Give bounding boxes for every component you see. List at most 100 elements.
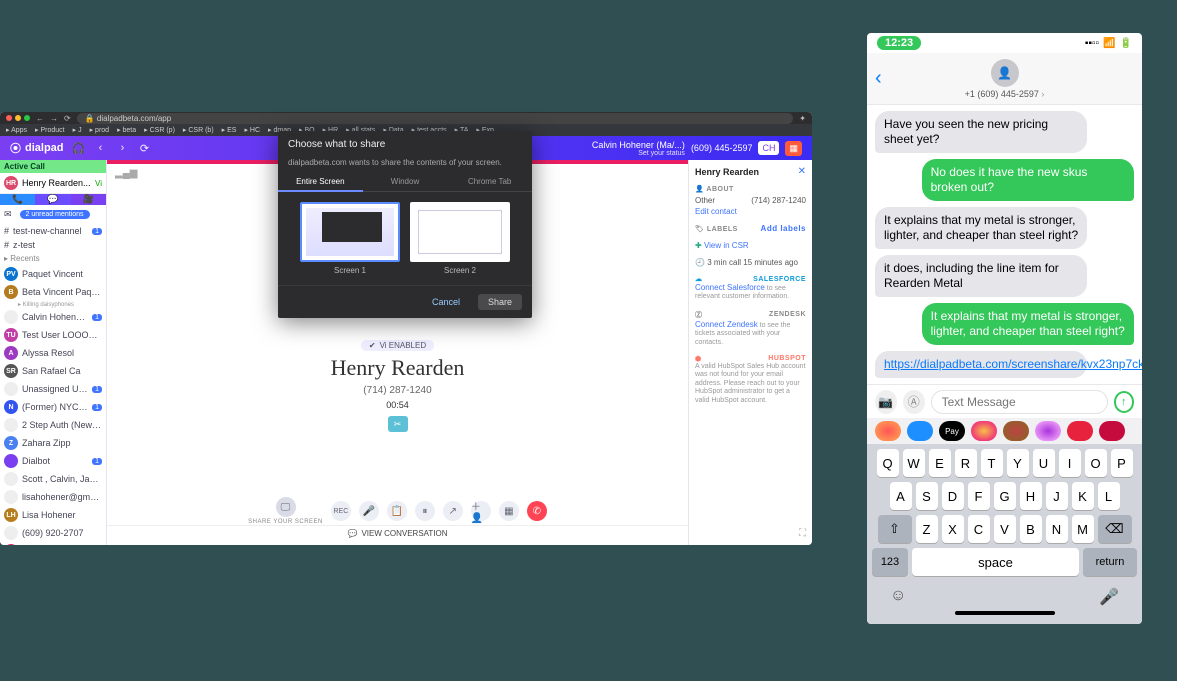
recent-item[interactable]: 2 Step Auth (New CC)	[0, 416, 106, 434]
user-avatar[interactable]: CH	[758, 141, 779, 155]
emoji-key[interactable]: ☺	[890, 587, 906, 607]
key-o[interactable]: O	[1085, 449, 1107, 477]
share-button[interactable]: Share	[478, 294, 522, 310]
shift-key[interactable]: ⇧	[878, 515, 912, 543]
key-v[interactable]: V	[994, 515, 1016, 543]
bookmark-item[interactable]: ▸ CSR (b)	[183, 126, 214, 134]
win-max-dot[interactable]	[24, 115, 30, 121]
key-n[interactable]: N	[1046, 515, 1068, 543]
nav-back-icon[interactable]: ←	[36, 114, 44, 123]
share-screen-button[interactable]: 🖵	[276, 497, 296, 517]
message-bubble[interactable]: it does, including the line item for Rea…	[875, 255, 1087, 297]
recent-item[interactable]: SRSan Rafael Ca	[0, 362, 106, 380]
key-i[interactable]: I	[1059, 449, 1081, 477]
recent-item[interactable]: TUTest User LOOOOOOOO...	[0, 326, 106, 344]
home-indicator[interactable]	[955, 611, 1055, 615]
sidebar-channel[interactable]: #test-new-channel1	[0, 224, 106, 238]
close-icon[interactable]: ✕	[798, 166, 806, 177]
bookmark-item[interactable]: ▸ ES	[222, 126, 237, 134]
add-labels-link[interactable]: Add labels	[761, 224, 806, 233]
share-tab[interactable]: Window	[363, 173, 448, 192]
app-strip[interactable]: Pay	[867, 418, 1142, 444]
recent-item[interactable]: AAlyssa Resol	[0, 344, 106, 362]
mute-button[interactable]: 🎤	[359, 501, 379, 521]
key-y[interactable]: Y	[1007, 449, 1029, 477]
bookmark-item[interactable]: ▸ J	[73, 126, 82, 134]
key-z[interactable]: Z	[916, 515, 938, 543]
address-bar[interactable]: 🔒 dialpadbeta.com/app	[77, 113, 794, 124]
expand-icon[interactable]: ⛶	[799, 528, 806, 539]
view-conversation-link[interactable]: 💬 VIEW CONVERSATION	[107, 525, 688, 541]
hangup-button[interactable]: ✆	[527, 501, 547, 521]
headset-icon[interactable]: 🎧	[72, 141, 86, 155]
screen-thumb-1[interactable]: Screen 1	[300, 202, 400, 275]
connect-salesforce-link[interactable]: Connect Salesforce	[695, 283, 765, 292]
bookmark-item[interactable]: ▸ Apps	[6, 126, 27, 134]
key-c[interactable]: C	[968, 515, 990, 543]
connect-zendesk-link[interactable]: Connect Zendesk	[695, 320, 758, 329]
recent-item[interactable]: N(Former) NYC Dialpad ...1	[0, 398, 106, 416]
user-name[interactable]: Calvin Hohener (Ma/...)	[592, 140, 685, 150]
recent-item[interactable]: (609) 920-2707	[0, 524, 106, 542]
dialpad-button[interactable]: ▦	[499, 501, 519, 521]
bookmark-item[interactable]: ▸ Product	[35, 126, 65, 134]
nav-left-icon[interactable]: ‹	[94, 141, 108, 155]
recent-item[interactable]: Calvin Hohener's Uber...1	[0, 308, 106, 326]
back-icon[interactable]: ‹	[875, 67, 882, 90]
notes-button[interactable]: 📋	[387, 501, 407, 521]
message-tab[interactable]: 💬	[35, 194, 70, 205]
contact-number[interactable]: +1 (609) 445-2597	[965, 89, 1039, 99]
active-call-card[interactable]: HR Henry Rearden... Vi	[0, 173, 106, 194]
key-j[interactable]: J	[1046, 482, 1068, 510]
inbox-item[interactable]: ✉ 2 unread mentions	[0, 205, 106, 224]
transfer-button[interactable]: ↗	[443, 501, 463, 521]
key-q[interactable]: Q	[877, 449, 899, 477]
hold-button[interactable]: ⏸	[415, 501, 435, 521]
unread-pill[interactable]: 2 unread mentions	[20, 210, 90, 219]
key-r[interactable]: R	[955, 449, 977, 477]
screen-thumb-2[interactable]: Screen 2	[410, 202, 510, 275]
win-min-dot[interactable]	[15, 115, 21, 121]
key-x[interactable]: X	[942, 515, 964, 543]
key-k[interactable]: K	[1072, 482, 1094, 510]
mic-key[interactable]: 🎤	[1099, 587, 1119, 607]
video-tab[interactable]: 🎥	[71, 194, 106, 205]
send-button[interactable]: ↑	[1114, 391, 1134, 413]
message-bubble[interactable]: Have you seen the new pricing sheet yet?	[875, 111, 1087, 153]
key-a[interactable]: A	[890, 482, 912, 510]
recent-item[interactable]: Dialbot1	[0, 452, 106, 470]
record-button[interactable]: REC	[331, 501, 351, 521]
recent-item[interactable]: Scott , Calvin, Jaxon	[0, 470, 106, 488]
key-d[interactable]: D	[942, 482, 964, 510]
message-bubble[interactable]: No does it have the new skus broken out?	[922, 159, 1134, 201]
key-u[interactable]: U	[1033, 449, 1055, 477]
bookmark-item[interactable]: ▸ prod	[90, 126, 109, 134]
camera-button[interactable]: 📷	[875, 390, 897, 414]
refresh-icon[interactable]: ⟳	[138, 141, 152, 155]
recent-item[interactable]: (609) 753-4952	[0, 542, 106, 545]
key-e[interactable]: E	[929, 449, 951, 477]
phone-tab[interactable]: 📞	[0, 194, 35, 205]
recent-item[interactable]: lisahohener@gmail.com	[0, 488, 106, 506]
key-w[interactable]: W	[903, 449, 925, 477]
extensions-icon[interactable]: ✦	[799, 114, 806, 123]
user-status[interactable]: Set your status	[592, 150, 685, 157]
message-list[interactable]: Have you seen the new pricing sheet yet?…	[867, 105, 1142, 384]
recent-item[interactable]: BBeta Vincent Paquet	[0, 283, 106, 301]
recent-item[interactable]: ZZahara Zipp	[0, 434, 106, 452]
share-tab[interactable]: Chrome Tab	[447, 173, 532, 192]
bookmark-item[interactable]: ▸ beta	[117, 126, 136, 134]
return-key[interactable]: return	[1083, 548, 1137, 576]
key-f[interactable]: F	[968, 482, 990, 510]
add-user-button[interactable]: ＋👤	[471, 501, 491, 521]
key-h[interactable]: H	[1020, 482, 1042, 510]
key-m[interactable]: M	[1072, 515, 1094, 543]
win-close-dot[interactable]	[6, 115, 12, 121]
snippet-button[interactable]: ✂	[388, 416, 408, 432]
recent-item[interactable]: Unassigned Unas1	[0, 380, 106, 398]
backspace-key[interactable]: ⌫	[1098, 515, 1132, 543]
contact-avatar[interactable]: 👤	[991, 59, 1019, 87]
space-key[interactable]: space	[912, 548, 1079, 576]
bookmark-item[interactable]: ▸ HC	[244, 126, 260, 134]
message-bubble[interactable]: https://dialpadbeta.com/screenshare/kvx2…	[875, 351, 1087, 378]
